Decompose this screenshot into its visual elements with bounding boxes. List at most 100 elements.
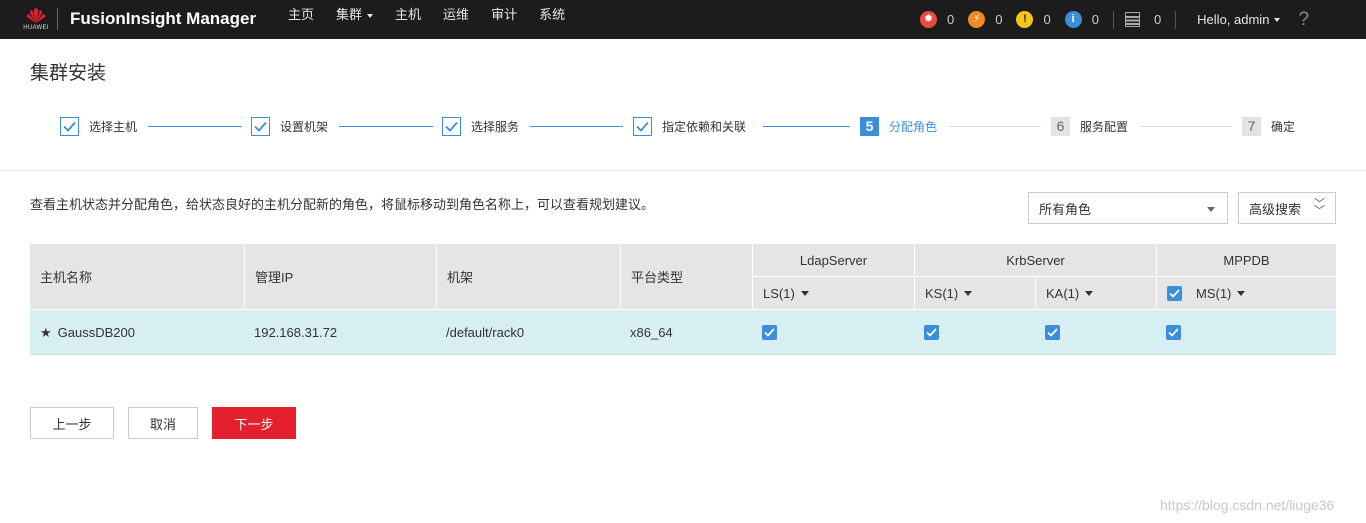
platform-value: x86_64 bbox=[630, 325, 673, 340]
check-icon bbox=[633, 116, 652, 136]
nav-home[interactable]: 主页 bbox=[288, 0, 314, 39]
role-header-ka[interactable]: KA(1) bbox=[1035, 276, 1156, 309]
role-checkbox-ka[interactable] bbox=[1045, 325, 1060, 340]
host-name-cell: ★ GaussDB200 bbox=[30, 310, 244, 355]
divider bbox=[1175, 10, 1177, 29]
huawei-logo[interactable]: HUAWEI bbox=[22, 5, 50, 33]
management-ip: 192.168.31.72 bbox=[254, 325, 338, 340]
tasks-indicator[interactable]: 0 bbox=[1124, 12, 1161, 27]
role-header-ls[interactable]: LS(1) bbox=[752, 276, 914, 309]
platform-cell: x86_64 bbox=[620, 310, 752, 355]
role-cell-ls bbox=[752, 310, 914, 355]
header-label: 管理IP bbox=[255, 270, 294, 285]
column-header-host: 主机名称 bbox=[30, 244, 244, 309]
chevron-down-icon bbox=[367, 13, 374, 18]
step-select-services[interactable]: 选择服务 bbox=[442, 115, 519, 137]
alarm-info[interactable]: i 0 bbox=[1064, 11, 1099, 28]
role-filter-value: 所有角色 bbox=[1039, 201, 1092, 217]
advanced-search-label: 高级搜索 bbox=[1249, 201, 1302, 217]
service-name: MPPDB bbox=[1223, 252, 1270, 268]
previous-step-button[interactable]: 上一步 bbox=[30, 407, 114, 439]
help-icon[interactable]: ? bbox=[1298, 9, 1309, 31]
role-checkbox-ks[interactable] bbox=[924, 325, 939, 340]
header-label: 机架 bbox=[447, 270, 474, 285]
app-title: FusionInsight Manager bbox=[70, 9, 257, 28]
step-label: 设置机架 bbox=[280, 119, 329, 134]
nav-audit[interactable]: 审计 bbox=[491, 0, 517, 39]
task-list-icon bbox=[1124, 12, 1140, 27]
check-icon bbox=[442, 116, 461, 136]
step-set-rack[interactable]: 设置机架 bbox=[251, 115, 328, 137]
step-select-hosts[interactable]: 选择主机 bbox=[60, 115, 137, 137]
chevron-down-icon[interactable] bbox=[1237, 290, 1246, 296]
alarm-major[interactable]: ⚡ 0 bbox=[968, 11, 1002, 28]
nav-ops-label: 运维 bbox=[443, 7, 470, 22]
double-chevron-down-icon: ﹀ ﹀ bbox=[1314, 198, 1325, 217]
role-checkbox-ms[interactable] bbox=[1166, 325, 1181, 340]
rack-cell: /default/rack0 bbox=[436, 310, 620, 355]
step-label: 指定依赖和关联 bbox=[662, 119, 747, 134]
step-label: 服务配置 bbox=[1080, 119, 1129, 134]
role-label: MS(1) bbox=[1196, 285, 1232, 301]
huawei-logo-icon bbox=[27, 8, 45, 23]
nav-audit-label: 审计 bbox=[491, 7, 518, 22]
step-number: 7 bbox=[1242, 116, 1261, 136]
alarm-minor-count: 0 bbox=[1043, 12, 1051, 27]
step-dependencies[interactable]: 指定依赖和关联 bbox=[633, 115, 746, 137]
chevron-down-icon bbox=[1085, 290, 1094, 296]
alarm-summary: ✹ 0 ⚡ 0 ! 0 i 0 0 Hello, admin ? bbox=[920, 0, 1309, 39]
chevron-down-icon bbox=[800, 290, 809, 296]
minor-alarm-icon: ! bbox=[1016, 11, 1034, 28]
nav-system-label: 系统 bbox=[539, 7, 566, 22]
brand-divider bbox=[57, 8, 58, 30]
chevron-down-icon bbox=[964, 290, 973, 296]
step-connector bbox=[530, 126, 623, 127]
divider bbox=[1112, 10, 1114, 29]
step-label: 分配角色 bbox=[889, 119, 938, 134]
user-greeting: Hello, admin bbox=[1197, 12, 1270, 27]
logo-text: HUAWEI bbox=[23, 25, 49, 31]
step-number: 5 bbox=[860, 116, 879, 136]
step-label: 选择服务 bbox=[471, 119, 520, 134]
cancel-button[interactable]: 取消 bbox=[128, 407, 198, 439]
alarm-critical-count: 0 bbox=[947, 12, 955, 27]
step-connector bbox=[148, 126, 242, 127]
nav-ops[interactable]: 运维 bbox=[443, 0, 469, 39]
check-icon bbox=[60, 116, 79, 136]
step-connector bbox=[763, 126, 850, 127]
info-alarm-icon: i bbox=[1064, 11, 1082, 28]
step-number: 6 bbox=[1051, 116, 1070, 136]
select-all-checkbox[interactable] bbox=[1167, 285, 1182, 301]
role-checkbox-ls[interactable] bbox=[762, 325, 777, 340]
role-cell-ka bbox=[1035, 310, 1156, 355]
step-connector bbox=[949, 126, 1041, 127]
column-header-platform: 平台类型 bbox=[620, 244, 752, 309]
alarm-major-count: 0 bbox=[995, 12, 1003, 27]
role-header-ks[interactable]: KS(1) bbox=[914, 276, 1035, 309]
alarm-info-count: 0 bbox=[1091, 12, 1099, 27]
step-assign-roles[interactable]: 5 分配角色 bbox=[860, 115, 937, 137]
nav-hosts[interactable]: 主机 bbox=[395, 0, 421, 39]
role-label: LS(1) bbox=[763, 285, 795, 301]
instruction-text: 查看主机状态并分配角色，给状态良好的主机分配新的角色，将鼠标移动到角色名称上，可… bbox=[30, 197, 655, 212]
nav-cluster[interactable]: 集群 bbox=[336, 0, 374, 39]
advanced-search-button[interactable]: 高级搜索 ﹀ ﹀ bbox=[1238, 192, 1336, 224]
role-cell-ks bbox=[914, 310, 1035, 355]
page-title: 集群安装 bbox=[30, 63, 107, 84]
nav-system[interactable]: 系统 bbox=[539, 0, 565, 39]
management-ip-cell: 192.168.31.72 bbox=[244, 310, 436, 355]
column-header-ip: 管理IP bbox=[244, 244, 436, 309]
role-filter-select[interactable]: 所有角色 bbox=[1028, 192, 1228, 224]
user-menu[interactable]: Hello, admin bbox=[1197, 12, 1281, 27]
service-name: LdapServer bbox=[799, 252, 868, 268]
check-icon bbox=[251, 116, 270, 136]
step-confirm: 7 确定 bbox=[1242, 115, 1295, 137]
rack-value: /default/rack0 bbox=[446, 325, 525, 340]
nav-hosts-label: 主机 bbox=[395, 7, 422, 22]
nav-home-label: 主页 bbox=[288, 7, 315, 22]
divider bbox=[0, 170, 1366, 171]
step-label: 确定 bbox=[1271, 119, 1296, 134]
alarm-critical[interactable]: ✹ 0 bbox=[920, 11, 954, 28]
alarm-minor[interactable]: ! 0 bbox=[1016, 11, 1051, 28]
next-step-button[interactable]: 下一步 bbox=[212, 407, 296, 439]
